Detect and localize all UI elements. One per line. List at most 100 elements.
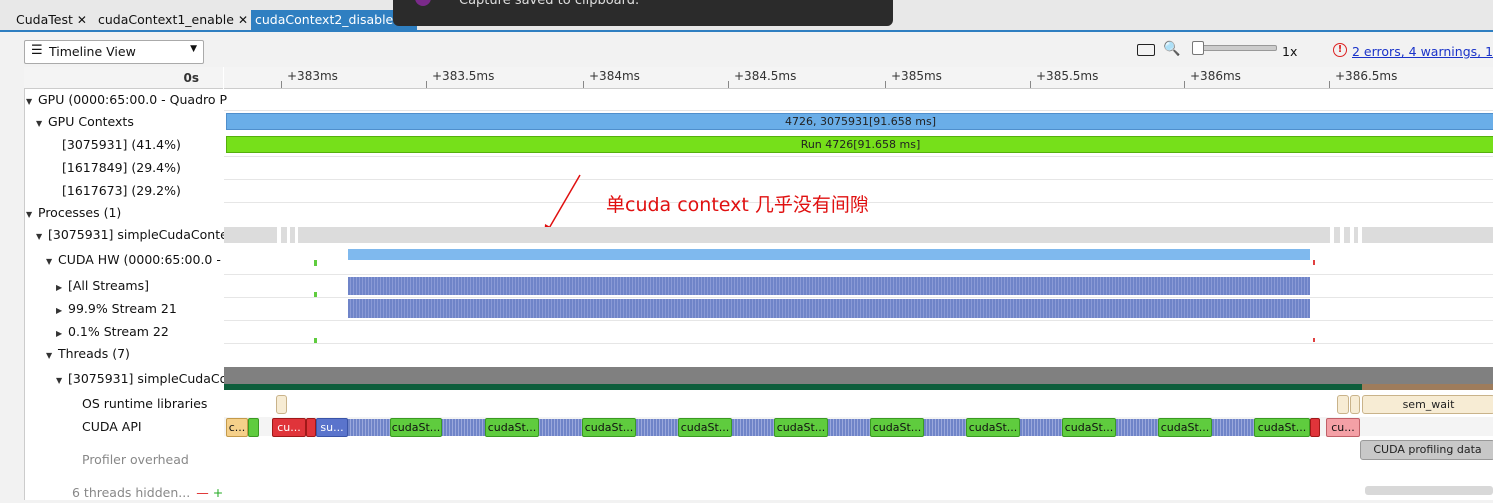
process-activity-bar[interactable] [224,227,1493,243]
expand-caret-icon[interactable]: ▼ [36,114,48,134]
cuda-api-call[interactable]: c... [226,418,248,437]
zoom-slider-handle[interactable] [1192,41,1204,55]
tree-item-gpu-contexts[interactable]: ▼ GPU Contexts [36,112,134,132]
thread-state-bar [224,384,1493,390]
tab-label: cudaContext2_disable [255,12,394,27]
tree-item-all-streams[interactable]: ▶ [All Streams] [56,276,149,296]
minus-icon[interactable]: — [196,485,209,500]
menu-icon: ☰ [31,43,43,58]
row-divider [224,110,1493,111]
process-gap [287,227,290,243]
ruler-tick-label: +386ms [1190,69,1241,83]
stream-21-kernels[interactable] [348,299,1310,318]
time-origin-header: 0s [24,67,223,89]
process-gap [1340,227,1344,243]
tree-item-label: [3075931] simpleCudaConte [48,227,228,242]
view-selector[interactable]: ☰ Timeline View ▼ [24,40,204,64]
ruler-tick [1030,81,1031,88]
zoom-slider[interactable] [1195,45,1277,51]
row-divider [224,274,1493,275]
os-runtime-call[interactable] [1350,395,1360,414]
tree-item-threads[interactable]: ▼ Threads (7) [46,344,130,364]
tree-item-os-runtime[interactable]: OS runtime libraries [82,394,207,414]
cuda-api-call[interactable]: cudaSt... [966,418,1020,437]
memcpy-marker [314,260,317,266]
cuda-api-call[interactable]: cudaSt... [774,418,828,437]
tree-item-gpu[interactable]: ▼ GPU (0000:65:00.0 - Quadro P [26,90,227,110]
close-icon[interactable]: ✕ [238,13,248,27]
close-icon[interactable]: ✕ [77,13,87,27]
cuda-api-call[interactable]: cudaSt... [678,418,732,437]
expand-caret-icon[interactable]: ▼ [26,205,38,225]
ruler-tick [426,81,427,88]
expand-caret-icon[interactable]: ▶ [56,324,68,344]
cuda-api-call[interactable]: cu... [272,418,306,437]
tree-item-processes[interactable]: ▼ Processes (1) [26,203,121,223]
memcpy-marker [1313,338,1315,342]
zoom-out-icon[interactable]: 🔍 [1163,41,1180,57]
zoom-level: 1x [1282,44,1298,59]
cuda-api-call[interactable]: su... [316,418,348,437]
ruler-tick [583,81,584,88]
tree-item-context[interactable]: [3075931] (41.4%) [62,135,181,155]
plus-icon[interactable]: + [213,485,223,500]
cuda-api-call[interactable] [306,418,316,437]
ruler-tick [281,81,282,88]
tree-item-profiler-overhead[interactable]: Profiler overhead [82,450,189,470]
cuda-api-call[interactable]: cudaSt... [1254,418,1310,437]
tree-item-thread[interactable]: ▼ [3075931] simpleCudaCo [56,369,227,389]
os-runtime-call[interactable] [1337,395,1349,414]
os-runtime-call[interactable] [276,395,287,414]
cuda-api-call[interactable]: cu... [1326,418,1360,437]
expand-caret-icon[interactable]: ▼ [26,92,38,112]
cuda-profiling-data[interactable]: CUDA profiling data [1360,440,1493,460]
tree-item-stream-22[interactable]: ▶ 0.1% Stream 22 [56,322,169,342]
tree-item-label: 6 threads hidden... [72,485,191,500]
tree-item-cuda-hw[interactable]: ▼ CUDA HW (0000:65:00.0 - [46,250,221,270]
tree-item-hidden-threads[interactable]: 6 threads hidden... — + [72,483,223,503]
ruler-tick-label: +386.5ms [1335,69,1398,83]
cuda-api-call[interactable]: cudaSt... [1062,418,1116,437]
tree-item-context[interactable]: [1617673] (29.2%) [62,181,181,201]
expand-caret-icon[interactable]: ▼ [46,346,58,366]
diagnostics-link[interactable]: 2 errors, 4 warnings, 11 [1352,44,1493,59]
context-bar[interactable]: 4726, 3075931[91.658 ms] [226,113,1493,130]
sem-wait-call[interactable]: sem_wait [1362,395,1493,414]
all-streams-kernels[interactable] [348,277,1310,295]
cuda-api-call[interactable] [248,418,259,437]
tab-cudatest[interactable]: CudaTest ✕ [12,10,91,30]
thread-state-bar [1362,384,1493,390]
annotation-text: 单cuda context 几乎没有间隙 [606,194,869,216]
toast-notification: Capture saved to clipboard. [393,0,893,26]
run-bar[interactable]: Run 4726[91.658 ms] [226,136,1493,153]
row-divider [224,297,1493,298]
keyboard-icon[interactable] [1137,44,1155,56]
tree-item-label: GPU Contexts [48,114,134,129]
tab-cudacontext1-enable[interactable]: cudaContext1_enable ✕ [94,10,252,30]
cuda-api-call[interactable] [1310,418,1320,437]
time-ruler[interactable] [224,67,1493,89]
tree-item-label: [3075931] simpleCudaCo [68,371,228,386]
memcpy-marker [314,292,317,297]
cuda-hw-kernels[interactable] [348,249,1310,260]
tree-item-label: Processes (1) [38,205,122,220]
cuda-api-call[interactable]: cudaSt... [870,418,924,437]
cuda-api-call[interactable]: cudaSt... [1158,418,1212,437]
cuda-api-call[interactable]: cudaSt... [582,418,636,437]
tree-item-cuda-api[interactable]: CUDA API [82,417,142,437]
thread-activity-bar[interactable] [224,367,1493,384]
expand-caret-icon[interactable]: ▶ [56,301,68,321]
expand-caret-icon[interactable]: ▼ [36,227,48,247]
ruler-tick-label: +384ms [589,69,640,83]
tree-item-label: OS runtime libraries [82,396,208,411]
horizontal-scrollbar[interactable] [1365,486,1493,495]
tree-item-label: [1617673] (29.2%) [62,183,181,198]
expand-caret-icon[interactable]: ▼ [46,252,58,272]
tree-item-context[interactable]: [1617849] (29.4%) [62,158,181,178]
cuda-api-call[interactable]: cudaSt... [485,418,539,437]
tree-item-process[interactable]: ▼ [3075931] simpleCudaConte [36,225,228,245]
tree-item-stream-21[interactable]: ▶ 99.9% Stream 21 [56,299,177,319]
cuda-api-call[interactable]: cudaSt... [390,418,442,437]
expand-caret-icon[interactable]: ▶ [56,278,68,298]
expand-caret-icon[interactable]: ▼ [56,371,68,391]
